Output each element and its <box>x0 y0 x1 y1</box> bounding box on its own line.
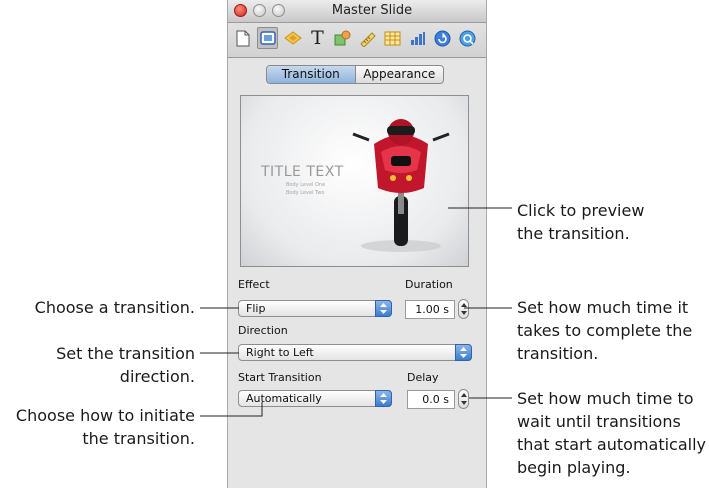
callout-line: transition. <box>517 344 599 363</box>
callout-line: Set the transition <box>56 344 195 363</box>
callout-line: begin playing. <box>517 458 631 477</box>
callout-line: takes to complete the <box>517 321 693 340</box>
callout-line: Set how much time it <box>517 298 689 317</box>
callout-initiate: Choose how to initiate the transition. <box>0 404 195 450</box>
callout-line: Click to preview <box>517 201 645 220</box>
callout-line: the transition. <box>517 224 630 243</box>
callout-line: Set how much time to <box>517 389 694 408</box>
callout-preview: Click to preview the transition. <box>517 199 644 245</box>
callout-line: direction. <box>119 367 195 386</box>
callout-line: Choose how to initiate <box>15 406 195 425</box>
callout-line: wait until transitions <box>517 412 681 431</box>
callout-direction: Set the transition direction. <box>0 342 195 388</box>
callout-line: that start automatically <box>517 435 707 454</box>
callout-line: the transition. <box>82 429 195 448</box>
callout-duration: Set how much time it takes to complete t… <box>517 296 692 365</box>
callout-delay: Set how much time to wait until transiti… <box>517 387 706 479</box>
callout-choose-transition: Choose a transition. <box>0 296 195 319</box>
callout-line: Choose a transition. <box>34 298 195 317</box>
